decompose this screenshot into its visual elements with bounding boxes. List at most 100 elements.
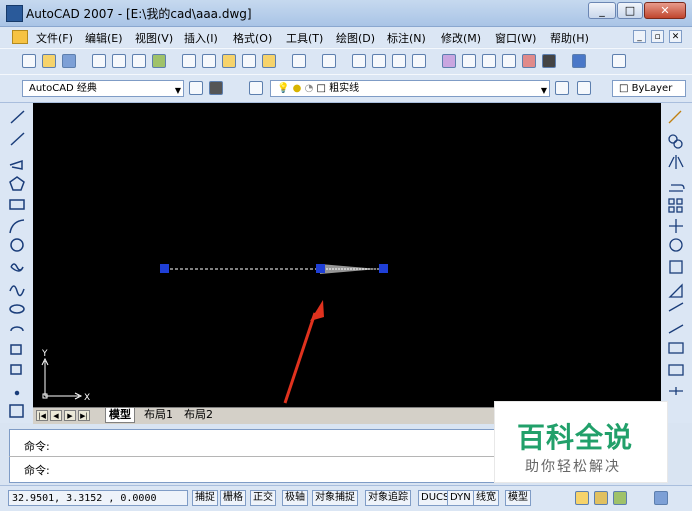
quickcalc-icon[interactable] bbox=[542, 54, 556, 68]
tab-next-button[interactable]: ▶ bbox=[64, 410, 76, 421]
zoom-window-icon[interactable] bbox=[392, 54, 406, 68]
save-icon[interactable] bbox=[62, 54, 76, 68]
layer-previous-icon[interactable] bbox=[577, 81, 591, 95]
tab-last-button[interactable]: ▶| bbox=[78, 410, 90, 421]
menu-file[interactable]: 文件(F) bbox=[36, 30, 73, 46]
design-center-icon[interactable] bbox=[462, 54, 476, 68]
watermark-subtitle: 助你轻松解决 bbox=[525, 459, 621, 475]
block-editor-icon[interactable] bbox=[262, 54, 276, 68]
match-properties-icon[interactable] bbox=[242, 54, 256, 68]
revision-cloud-icon bbox=[10, 263, 24, 272]
pan-icon[interactable] bbox=[352, 54, 366, 68]
command-prompt[interactable]: 命令: bbox=[24, 462, 50, 478]
grip-end[interactable] bbox=[379, 264, 388, 273]
snap-toggle[interactable]: 捕捉 bbox=[192, 490, 218, 506]
doc-close-button[interactable]: ✕ bbox=[669, 30, 682, 43]
doc-minimize-button[interactable]: _ bbox=[633, 30, 646, 43]
3d-dwf-icon[interactable] bbox=[152, 54, 166, 68]
doc-restore-button[interactable]: ▫ bbox=[651, 30, 664, 43]
menu-draw[interactable]: 绘图(D) bbox=[336, 30, 375, 46]
drawing-svg: Y X bbox=[41, 264, 388, 404]
menu-modify[interactable]: 修改(M) bbox=[441, 30, 481, 46]
publish-icon[interactable] bbox=[132, 54, 146, 68]
tab-layout2[interactable]: 布局2 bbox=[181, 408, 216, 422]
tab-layout1[interactable]: 布局1 bbox=[141, 408, 176, 422]
offset-icon bbox=[669, 184, 685, 192]
maximize-button[interactable]: □ bbox=[617, 2, 643, 19]
menu-dimension[interactable]: 标注(N) bbox=[387, 30, 426, 46]
tool-palettes-icon[interactable] bbox=[482, 54, 496, 68]
menu-view[interactable]: 视图(V) bbox=[135, 30, 173, 46]
menu-insert[interactable]: 插入(I) bbox=[184, 30, 218, 46]
zoom-realtime-icon[interactable] bbox=[372, 54, 386, 68]
color-select[interactable]: □ ByLayer bbox=[612, 80, 686, 97]
close-button[interactable]: ✕ bbox=[644, 2, 686, 19]
array-icon bbox=[668, 198, 675, 205]
break-icon bbox=[668, 342, 684, 354]
extend-icon bbox=[668, 324, 684, 334]
arc-icon bbox=[9, 219, 25, 234]
menu-window[interactable]: 窗口(W) bbox=[495, 30, 536, 46]
color-swatch-icon: □ bbox=[316, 83, 326, 94]
make-layer-current-icon[interactable] bbox=[555, 81, 569, 95]
autocad-app-icon[interactable] bbox=[6, 5, 23, 22]
model-toggle[interactable]: 模型 bbox=[505, 490, 531, 506]
standard-toolbar bbox=[0, 48, 692, 75]
modify-tool-icons bbox=[668, 110, 685, 395]
grip-mid[interactable] bbox=[316, 264, 325, 273]
document-icon[interactable] bbox=[12, 30, 28, 44]
sheet-set-icon[interactable] bbox=[502, 54, 516, 68]
open-icon[interactable] bbox=[42, 54, 56, 68]
dyn-toggle[interactable]: DYN bbox=[447, 490, 474, 506]
layer-select[interactable]: 💡 ● ◔ □ 粗实线 ▼ bbox=[270, 80, 550, 97]
save-workspace-icon[interactable] bbox=[209, 81, 223, 95]
menu-format[interactable]: 格式(O) bbox=[233, 30, 272, 46]
status-tray-icon[interactable] bbox=[613, 491, 627, 505]
color-select-value: ByLayer bbox=[631, 83, 673, 94]
new-icon[interactable] bbox=[22, 54, 36, 68]
redo-icon[interactable] bbox=[322, 54, 336, 68]
chamfer-icon bbox=[669, 387, 683, 395]
layer-manager-icon[interactable] bbox=[249, 81, 263, 95]
minimize-button[interactable]: _ bbox=[588, 2, 616, 19]
properties-icon[interactable] bbox=[442, 54, 456, 68]
drawing-area[interactable]: Y X bbox=[33, 103, 661, 408]
layers-toolbar: AutoCAD 经典 ▼ 💡 ● ◔ □ 粗实线 ▼ □ ByLayer bbox=[0, 74, 692, 103]
menu-tools[interactable]: 工具(T) bbox=[286, 30, 323, 46]
copy-object-icon bbox=[668, 134, 678, 144]
lineweight-toggle[interactable]: 线宽 bbox=[473, 490, 499, 506]
osnap-toggle[interactable]: 对象捕捉 bbox=[312, 490, 358, 506]
trim-icon bbox=[668, 302, 684, 312]
tab-first-button[interactable]: |◀ bbox=[36, 410, 48, 421]
move-icon bbox=[669, 219, 683, 233]
zoom-previous-icon[interactable] bbox=[412, 54, 426, 68]
workspace-settings-icon[interactable] bbox=[189, 81, 203, 95]
plot-preview-icon[interactable] bbox=[112, 54, 126, 68]
undo-icon[interactable] bbox=[292, 54, 306, 68]
tab-model[interactable]: 模型 bbox=[105, 408, 135, 423]
paste-icon[interactable] bbox=[222, 54, 236, 68]
color-swatch-icon: □ bbox=[619, 83, 629, 94]
plot-icon[interactable] bbox=[92, 54, 106, 68]
polar-toggle[interactable]: 极轴 bbox=[282, 490, 308, 506]
grid-toggle[interactable]: 栅格 bbox=[220, 490, 246, 506]
help-icon[interactable] bbox=[572, 54, 586, 68]
point-icon bbox=[14, 390, 20, 396]
copy-icon[interactable] bbox=[202, 54, 216, 68]
coordinate-readout[interactable]: 32.9501, 3.3152 , 0.0000 bbox=[8, 490, 188, 506]
tab-prev-button[interactable]: ◀ bbox=[50, 410, 62, 421]
text-style-icon[interactable] bbox=[612, 54, 626, 68]
lock-toolbar-icon[interactable] bbox=[594, 491, 608, 505]
ucs-x-label: X bbox=[84, 393, 90, 403]
menu-edit[interactable]: 编辑(E) bbox=[85, 30, 123, 46]
menu-help[interactable]: 帮助(H) bbox=[550, 30, 589, 46]
communication-center-icon[interactable] bbox=[575, 491, 589, 505]
markup-icon[interactable] bbox=[522, 54, 536, 68]
ortho-toggle[interactable]: 正交 bbox=[250, 490, 276, 506]
grip-start[interactable] bbox=[160, 264, 169, 273]
cut-icon[interactable] bbox=[182, 54, 196, 68]
insert-block-icon bbox=[10, 344, 22, 355]
clean-screen-icon[interactable] bbox=[654, 491, 668, 505]
otrack-toggle[interactable]: 对象追踪 bbox=[365, 490, 411, 506]
workspace-select[interactable]: AutoCAD 经典 ▼ bbox=[22, 80, 184, 97]
